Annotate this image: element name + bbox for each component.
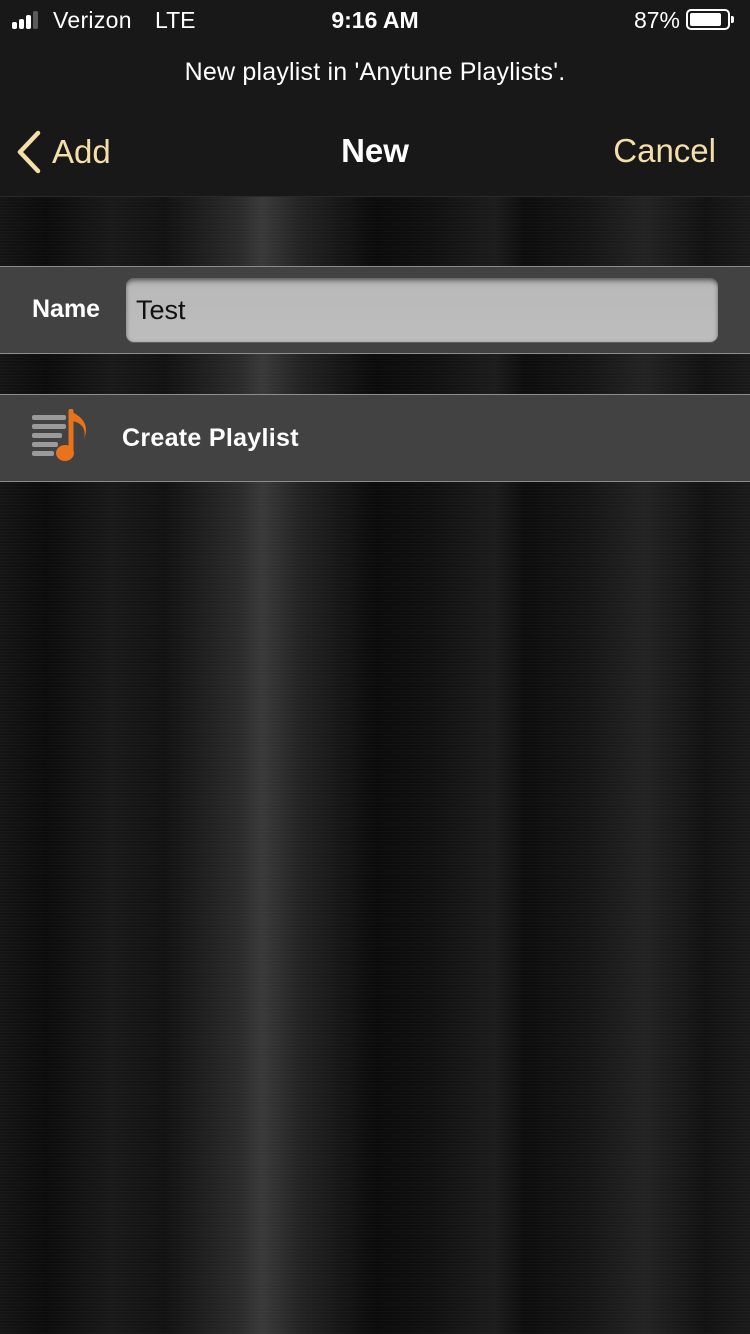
playlist-music-icon bbox=[30, 409, 94, 467]
name-row: Name bbox=[0, 266, 750, 354]
battery-icon bbox=[686, 9, 734, 30]
playlist-name-input[interactable] bbox=[126, 278, 718, 342]
battery-percentage: 87% bbox=[633, 7, 680, 33]
create-playlist-label: Create Playlist bbox=[122, 424, 299, 452]
navigation-bar: Add New Cancel bbox=[0, 110, 750, 196]
top-bar: Verizon LTE 9:16 AM 87% New playlist in … bbox=[0, 0, 750, 197]
create-playlist-row[interactable]: Create Playlist bbox=[0, 394, 750, 482]
battery-tip bbox=[731, 16, 734, 23]
cancel-button[interactable]: Cancel bbox=[613, 132, 716, 170]
status-bar: Verizon LTE 9:16 AM 87% bbox=[0, 0, 750, 40]
header-prompt: New playlist in 'Anytune Playlists'. bbox=[184, 58, 566, 86]
name-label: Name bbox=[32, 295, 101, 323]
battery-level-fill bbox=[690, 13, 721, 26]
